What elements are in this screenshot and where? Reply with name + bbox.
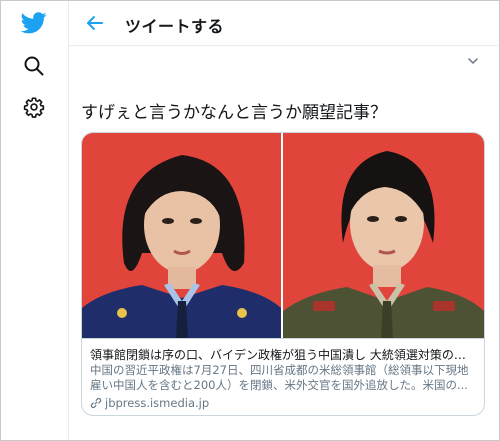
link-card[interactable]: 領事館閉鎖は序の口、バイデン政権が狙う中国潰し 大統領選対策のト... 中国の習… [81,132,485,416]
card-domain-text: jbpress.ismedia.jp [105,396,210,410]
card-description-line: 雇い中国人を含むと200人）を閉鎖、米外交官を国外追放した。米国の... [90,378,468,392]
back-arrow-icon[interactable] [81,9,109,37]
header: ツイートする [69,1,498,46]
card-photo-left [82,133,281,338]
settings-gear-icon[interactable] [18,91,50,123]
main-column: ツイートする すげぇと言うかなんと言うか願望記事？ 領事館閉鎖は序の口、バイデン… [69,1,498,440]
card-description-line: 中国の習近平政権は7月27日、四川省成都の米総領事館（総領事以下現地 [90,363,469,377]
card-images [82,133,484,338]
search-icon[interactable] [18,50,50,82]
sidebar [1,1,69,440]
page-title: ツイートする [125,17,225,36]
chevron-down-icon[interactable] [466,53,480,67]
card-domain: jbpress.ismedia.jp [90,396,209,410]
twitter-logo-icon[interactable] [18,7,50,39]
link-icon [90,397,102,409]
card-photo-right [283,133,484,338]
card-title: 領事館閉鎖は序の口、バイデン政権が狙う中国潰し 大統領選対策のト... [90,348,476,362]
card-body: 領事館閉鎖は序の口、バイデン政権が狙う中国潰し 大統領選対策のト... 中国の習… [82,338,484,415]
tweet-text: すげぇと言うかなんと言うか願望記事？ [81,103,387,123]
card-description: 中国の習近平政権は7月27日、四川省成都の米総領事館（総領事以下現地 雇い中国人… [90,363,476,393]
